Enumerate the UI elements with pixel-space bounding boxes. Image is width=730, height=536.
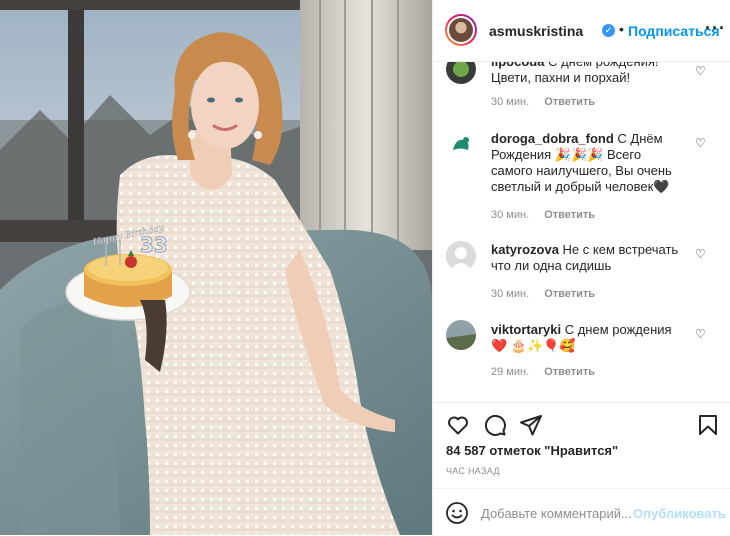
- comment-username[interactable]: doroga_dobra_fond: [491, 131, 614, 146]
- author-avatar[interactable]: [445, 14, 477, 46]
- post-actions: 84 587 отметок "Нравится" ЧАС НАЗАД Опуб…: [433, 402, 730, 535]
- candle-number: 33: [140, 233, 168, 257]
- comment-avatar[interactable]: [446, 130, 476, 160]
- header-separator: •: [619, 21, 624, 37]
- likes-count[interactable]: 84 587 отметок "Нравится": [446, 443, 618, 458]
- publish-button[interactable]: Опубликовать: [633, 506, 726, 521]
- post-photo[interactable]: Happy Birthday 33: [0, 0, 432, 535]
- paper-plane-icon[interactable]: [519, 413, 543, 437]
- instagram-post: Happy Birthday 33 asmuskristina ✓ • Подп…: [0, 0, 730, 535]
- comment-text-block: katyrozova Не с кем встречать что ли одн…: [491, 242, 686, 274]
- add-comment-input[interactable]: [481, 503, 631, 523]
- comment-username[interactable]: katyrozova: [491, 242, 559, 257]
- comment-text-block: doroga_dobra_fond С Днём Рождения 🎉🎉🎉 Вс…: [491, 131, 686, 195]
- comment-time[interactable]: 30 мин.: [491, 209, 529, 221]
- comment-meta: 30 мин. Ответить: [491, 209, 607, 221]
- comment-time[interactable]: 30 мин.: [491, 96, 529, 108]
- comment-text-block: viktortaryki С днем рождения❤️ 🎂✨🎈🥰: [491, 322, 686, 354]
- reply-button[interactable]: Ответить: [544, 366, 595, 378]
- reply-button[interactable]: Ответить: [544, 96, 595, 108]
- comment-like-heart-icon[interactable]: ♡: [695, 327, 706, 341]
- add-comment-row: Опубликовать: [433, 488, 730, 536]
- comment-like-heart-icon[interactable]: ♡: [695, 247, 706, 261]
- comment-time[interactable]: 30 мин.: [491, 288, 529, 300]
- author-username[interactable]: asmuskristina: [489, 23, 583, 39]
- reply-button[interactable]: Ответить: [544, 209, 595, 221]
- comment-avatar[interactable]: [446, 320, 476, 350]
- comment-username[interactable]: lipocoda: [491, 62, 544, 69]
- comment-username[interactable]: viktortaryki: [491, 322, 561, 337]
- more-options-icon[interactable]: ···: [705, 18, 726, 39]
- verified-badge-icon: ✓: [602, 24, 615, 37]
- birthday-photo: Happy Birthday 33: [0, 0, 432, 535]
- comment-meta: 30 мин. Ответить: [491, 96, 607, 108]
- comment-text-block: lipocoda С днем рождения! Цвети, пахни и…: [491, 62, 686, 86]
- post-sidebar: asmuskristina ✓ • Подписаться ··· lipoco…: [432, 0, 730, 535]
- comment-meta: 30 мин. Ответить: [491, 288, 607, 300]
- comment-avatar[interactable]: [446, 62, 476, 84]
- reply-button[interactable]: Ответить: [544, 288, 595, 300]
- comments-list[interactable]: lipocoda С днем рождения! Цвети, пахни и…: [433, 62, 730, 402]
- post-timestamp[interactable]: ЧАС НАЗАД: [446, 466, 500, 476]
- post-header: asmuskristina ✓ • Подписаться ···: [433, 0, 730, 62]
- comment-like-heart-icon[interactable]: ♡: [695, 64, 706, 78]
- smiley-icon[interactable]: [445, 501, 469, 525]
- comment-meta: 29 мин. Ответить: [491, 366, 607, 378]
- comment-like-heart-icon[interactable]: ♡: [695, 136, 706, 150]
- heart-icon[interactable]: [446, 413, 470, 437]
- comment-icon[interactable]: [483, 413, 507, 437]
- comment-time[interactable]: 29 мин.: [491, 366, 529, 378]
- bookmark-icon[interactable]: [696, 413, 720, 437]
- comment-avatar[interactable]: [446, 241, 476, 271]
